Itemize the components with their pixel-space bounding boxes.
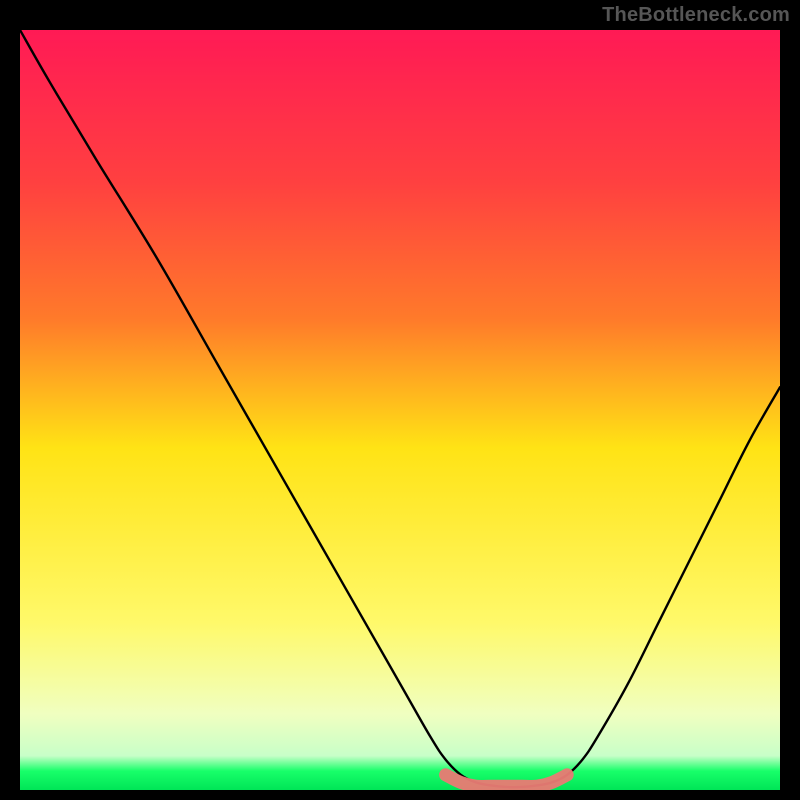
chart-plot	[20, 30, 780, 790]
chart-svg	[20, 30, 780, 790]
watermark-text: TheBottleneck.com	[602, 4, 790, 27]
chart-container: TheBottleneck.com	[0, 0, 800, 800]
chart-background	[20, 30, 780, 790]
